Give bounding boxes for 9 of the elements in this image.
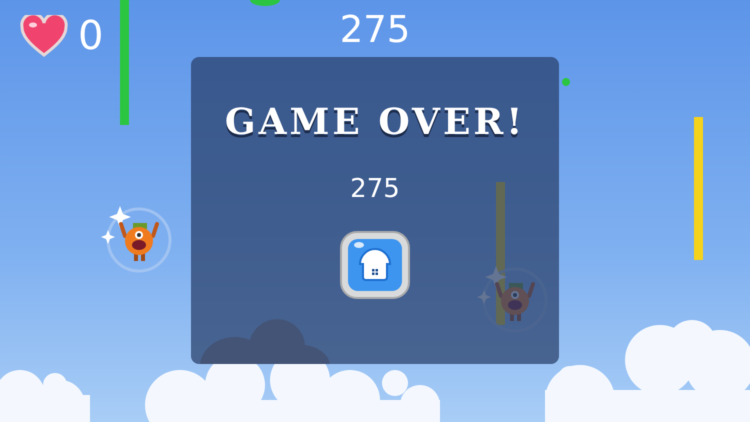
home-button[interactable] [340, 231, 410, 299]
final-score: 275 [350, 173, 400, 205]
small-dot [562, 78, 570, 86]
game-over-title: GAME OVER! [224, 100, 526, 145]
lives-count: 0 [78, 14, 104, 58]
score: 275 [338, 8, 412, 52]
round-obstacle [250, 0, 280, 6]
heart-icon [20, 15, 68, 57]
monster-drawing [101, 206, 172, 272]
